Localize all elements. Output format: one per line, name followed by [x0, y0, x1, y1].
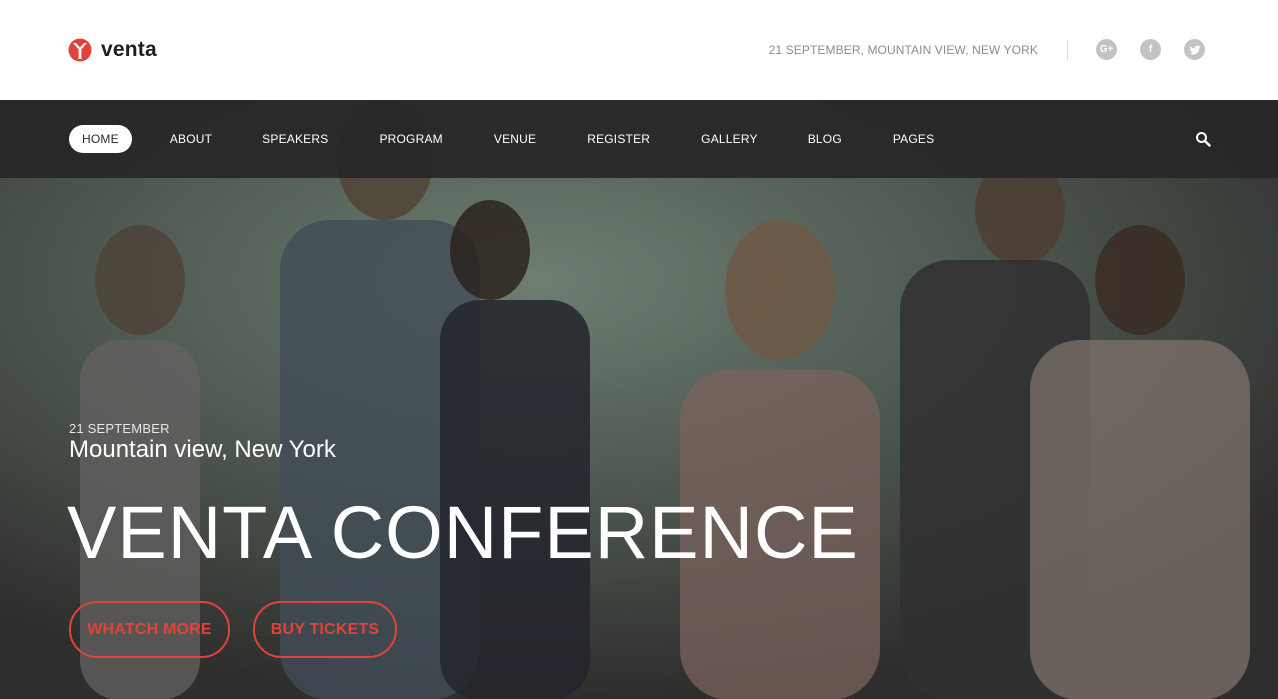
- nav-item-register[interactable]: REGISTER: [574, 125, 663, 153]
- google-plus-glyph: G+: [1099, 44, 1114, 55]
- venta-logo-icon: [68, 38, 92, 62]
- buy-tickets-button[interactable]: BUY TICKETS: [253, 601, 397, 658]
- search-icon[interactable]: [1195, 131, 1211, 147]
- nav-item-about[interactable]: ABOUT: [157, 125, 225, 153]
- event-date: 21 SEPTEMBER: [69, 421, 170, 436]
- google-plus-icon[interactable]: G+: [1096, 39, 1117, 60]
- event-location: Mountain view, New York: [69, 436, 336, 463]
- facebook-glyph: f: [1148, 44, 1153, 55]
- top-header: venta 21 SEPTEMBER, MOUNTAIN VIEW, NEW Y…: [0, 0, 1278, 100]
- logo[interactable]: venta: [68, 38, 157, 62]
- brand-name: venta: [101, 38, 157, 61]
- nav-item-home[interactable]: HOME: [69, 125, 132, 153]
- twitter-icon[interactable]: [1184, 39, 1205, 60]
- nav-item-program[interactable]: PROGRAM: [366, 125, 455, 153]
- watch-more-button[interactable]: WHATCH MORE: [69, 601, 230, 658]
- nav-item-pages[interactable]: PAGES: [880, 125, 947, 153]
- twitter-bird-glyph: [1189, 45, 1200, 55]
- main-nav: HOME ABOUT SPEAKERS PROGRAM VENUE REGIST…: [0, 100, 1278, 178]
- nav-item-blog[interactable]: BLOG: [795, 125, 855, 153]
- nav-menu: HOME ABOUT SPEAKERS PROGRAM VENUE REGIST…: [69, 125, 947, 153]
- header-divider: [1067, 40, 1068, 60]
- nav-item-gallery[interactable]: GALLERY: [688, 125, 771, 153]
- hero-headline: VENTA CONFERENCE: [67, 491, 859, 574]
- social-links: G+ f: [1096, 39, 1205, 60]
- facebook-icon[interactable]: f: [1140, 39, 1161, 60]
- nav-item-speakers[interactable]: SPEAKERS: [249, 125, 341, 153]
- event-info: 21 SEPTEMBER, MOUNTAIN VIEW, NEW YORK: [768, 43, 1038, 57]
- nav-item-venue[interactable]: VENUE: [481, 125, 549, 153]
